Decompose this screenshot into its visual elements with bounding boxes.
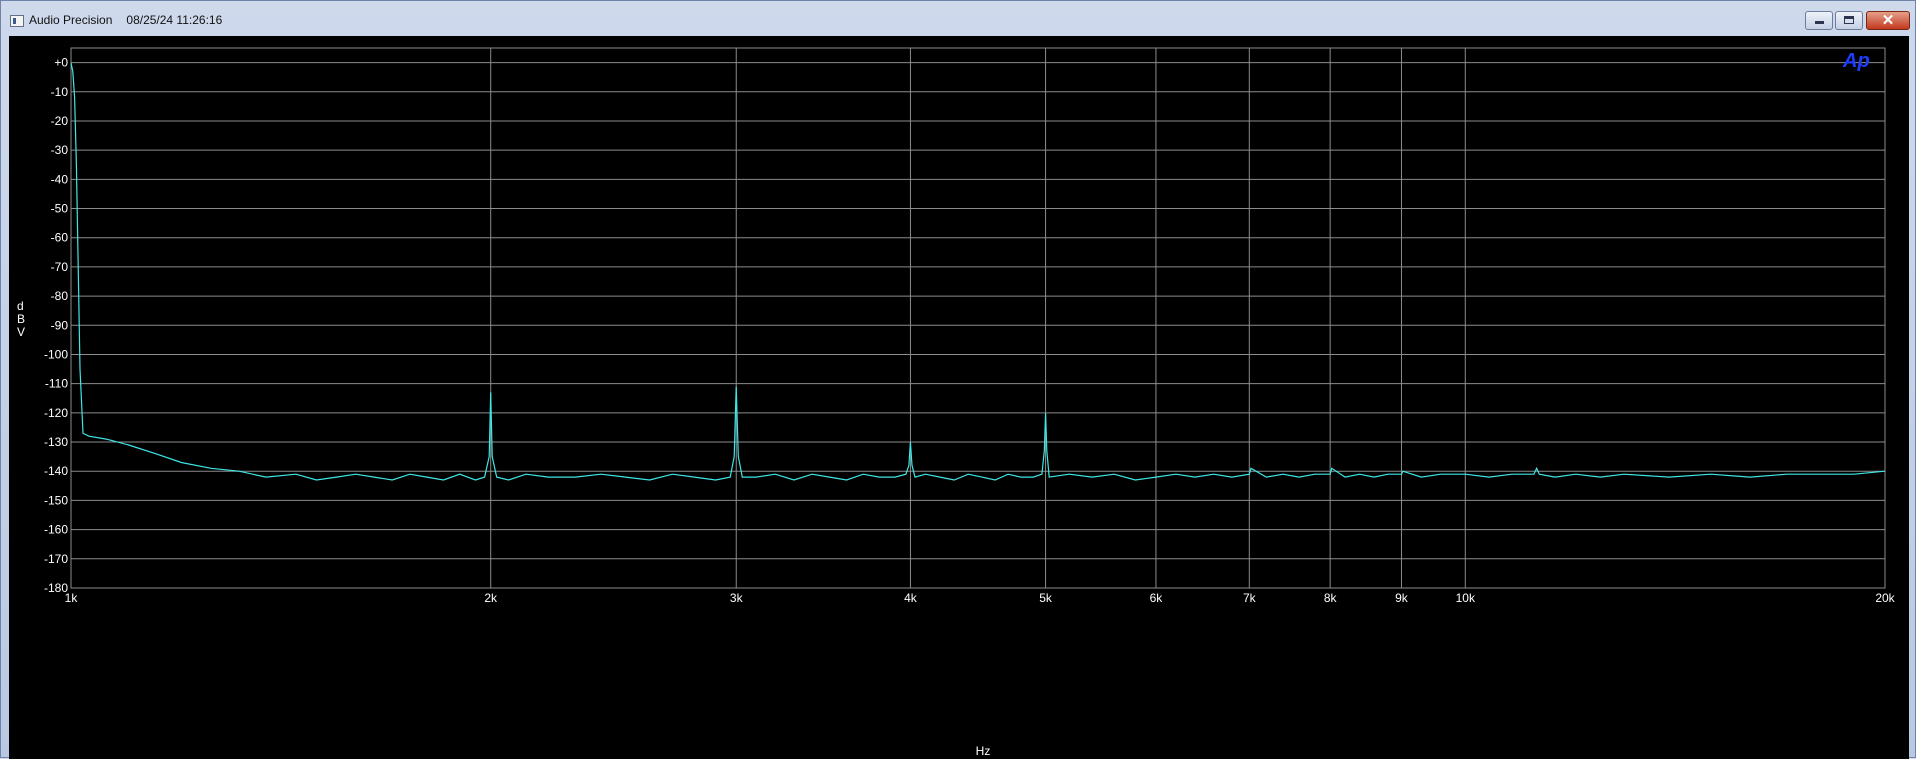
y-tick-label: -90 [51,318,69,332]
close-button[interactable]: ✕ [1866,11,1910,30]
y-tick-label: -40 [51,172,69,186]
x-tick-label: 2k [484,591,498,605]
y-tick-label: -10 [51,85,69,99]
y-tick-label: -130 [44,435,68,449]
x-tick-labels: 1k 2k 3k 4k 5k 6k 7k 8k 9k 10k 20k [65,591,1896,605]
y-tick-label: -120 [44,406,68,420]
spectrum-trace [70,62,1886,481]
y-tick-label: -80 [51,289,69,303]
x-tick-label: 1k [65,591,79,605]
x-tick-label: 3k [730,591,744,605]
spectrum-chart: +0 -10 -20 -30 -40 -50 -60 -70 -80 -90 -100 -110 -12… [17,47,1896,758]
chart-grid [70,47,1886,589]
plot-frame [70,47,1886,589]
y-tick-label: -60 [51,231,69,245]
x-tick-label: 20k [1875,591,1895,605]
app-icon[interactable] [10,15,24,27]
x-tick-label: 10k [1456,591,1476,605]
window-title: Audio Precision 08/25/24 11:26:16 [29,13,222,27]
y-tick-label: -150 [44,493,68,507]
y-axis-label: dBV [17,299,25,339]
window-timestamp: 08/25/24 11:26:16 [126,13,223,27]
y-tick-label: -110 [45,377,68,391]
title-bar[interactable]: Audio Precision 08/25/24 11:26:16 ✕ [1,1,1915,41]
y-tick-label: +0 [54,56,68,70]
y-tick-label: -100 [44,347,68,361]
x-tick-label: 6k [1150,591,1164,605]
minimize-button[interactable] [1805,11,1833,30]
x-axis-label: Hz [976,744,991,758]
maximize-button[interactable] [1835,11,1863,30]
x-tick-label: 4k [904,591,918,605]
x-tick-label: 9k [1395,591,1409,605]
y-tick-label: -170 [44,552,68,566]
ap-logo: Ap [1842,50,1870,72]
y-tick-label: -140 [44,464,68,478]
y-tick-label: -160 [44,523,68,537]
window-title-text: Audio Precision [29,13,113,27]
x-tick-label: 5k [1039,591,1053,605]
y-tick-label: -30 [51,143,69,157]
app-window: Audio Precision 08/25/24 11:26:16 ✕ +0 -10… [0,0,1916,759]
x-tick-label: 8k [1324,591,1338,605]
close-icon: ✕ [1881,12,1895,29]
y-axis-label-letter: d [17,299,24,313]
y-tick-label: -50 [51,202,69,216]
y-tick-label: -70 [51,260,69,274]
y-tick-labels: +0 -10 -20 -30 -40 -50 -60 -70 -80 -90 -100 -110 -12… [44,56,68,595]
y-axis-label-letter: B [17,312,25,326]
y-tick-label: -20 [51,114,69,128]
y-axis-label-letter: V [17,325,25,339]
x-tick-label: 7k [1243,591,1257,605]
